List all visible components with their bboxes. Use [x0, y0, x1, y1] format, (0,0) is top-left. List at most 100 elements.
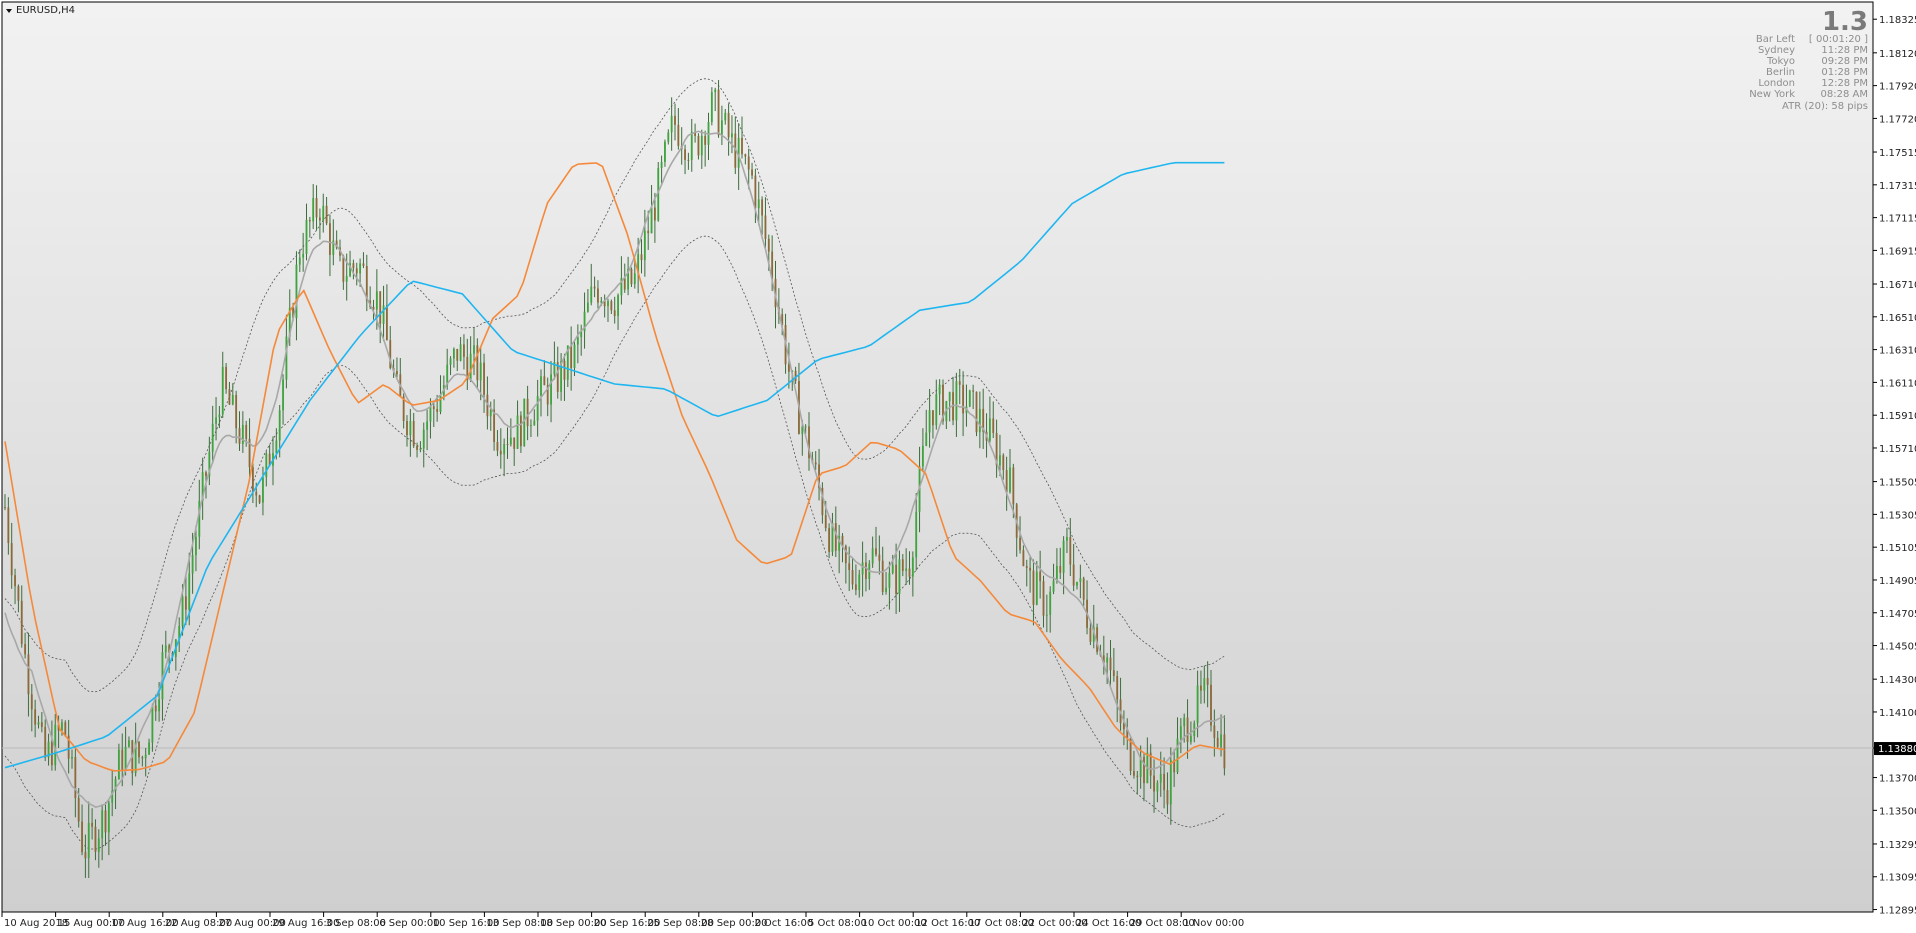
candle-body: [221, 366, 224, 415]
candle-body: [633, 273, 636, 285]
candle-body: [744, 154, 747, 157]
candle-body: [385, 305, 388, 341]
candle-body: [181, 596, 184, 627]
candle-body: [1186, 717, 1189, 742]
candle-body: [362, 263, 365, 266]
candle-body: [1159, 773, 1162, 783]
candle-body: [757, 199, 760, 209]
candle-body: [81, 821, 83, 853]
candle-body: [844, 545, 847, 564]
candle-body: [1039, 571, 1042, 582]
y-tick-label: 1.17115: [1879, 214, 1916, 225]
candle-body: [513, 437, 516, 449]
candle-body: [40, 722, 43, 727]
candle-body: [382, 305, 385, 324]
candle-body: [932, 410, 934, 426]
candle-body: [71, 757, 73, 759]
candle-body: [962, 384, 965, 414]
candle-body: [533, 420, 536, 426]
candle-body: [218, 414, 221, 418]
candle-body: [898, 559, 901, 594]
candle-body: [550, 374, 552, 405]
candle-body: [667, 132, 670, 142]
candle-body: [315, 198, 318, 218]
candle-body: [1176, 738, 1179, 773]
candle-body: [938, 384, 941, 395]
candle-body: [1059, 565, 1062, 573]
candle-body: [20, 600, 23, 644]
candle-body: [875, 548, 877, 555]
candle-body: [1156, 782, 1159, 792]
candle-body: [1062, 540, 1065, 573]
candle-body: [1025, 566, 1028, 568]
candle-body: [419, 448, 422, 450]
candle-body: [1220, 734, 1222, 747]
candle-body: [593, 286, 596, 289]
candle-body: [650, 207, 653, 234]
candle-body: [1206, 678, 1209, 685]
candle-body: [231, 395, 234, 405]
candle-body: [128, 740, 130, 747]
candle-body: [429, 406, 432, 422]
candle-body: [1012, 467, 1015, 505]
candle-body: [600, 300, 603, 303]
y-tick-label: 1.18325: [1879, 15, 1916, 26]
candle-body: [144, 754, 147, 759]
candle-body: [834, 523, 837, 551]
price-chart[interactable]: 1.18325 1.18120 1.17920 1.17720 1.17515 1.173…: [0, 0, 1916, 933]
candle-body: [74, 757, 77, 799]
candle-body: [355, 268, 358, 274]
candle-body: [640, 254, 643, 261]
candle-body: [670, 115, 673, 133]
candle-body: [530, 425, 532, 427]
candle-body: [1136, 775, 1139, 777]
candle-body: [1116, 675, 1119, 700]
candle-body: [700, 135, 703, 156]
candle-body: [690, 131, 693, 160]
candle-body: [590, 286, 593, 303]
candle-body: [684, 149, 686, 160]
x-tick-label: 3 Sep 08:00: [326, 918, 386, 929]
candle-body: [1183, 717, 1186, 727]
info-big-value: 1.3: [1822, 7, 1868, 37]
candle-body: [724, 112, 727, 121]
candle-body: [543, 376, 546, 386]
y-tick-label: 1.12895: [1879, 906, 1916, 917]
candle-body: [7, 507, 10, 544]
candle-body: [540, 376, 542, 397]
candle-body: [975, 391, 978, 433]
candle-body: [727, 112, 730, 138]
candle-body: [1112, 670, 1115, 676]
y-tick-label: 1.15305: [1879, 510, 1916, 521]
candle-body: [94, 826, 97, 852]
candle-body: [908, 568, 911, 577]
candle-body: [10, 543, 13, 576]
candle-body: [61, 722, 63, 731]
candle-body: [664, 141, 666, 162]
candle-body: [436, 409, 439, 412]
candle-body: [1049, 591, 1052, 615]
candle-body: [660, 161, 663, 169]
chart-window[interactable]: 1.18325 1.18120 1.17920 1.17720 1.17515 1.173…: [0, 0, 1916, 933]
candle-body: [151, 705, 154, 743]
candle-body: [1082, 578, 1085, 600]
candle-body: [87, 822, 90, 859]
candle-body: [972, 390, 975, 392]
candle-body: [24, 643, 27, 655]
candle-body: [164, 645, 167, 653]
candle-body: [617, 295, 619, 317]
candle-body: [714, 89, 717, 93]
candle-body: [848, 563, 851, 570]
candle-body: [64, 722, 67, 736]
candle-body: [761, 199, 764, 216]
info-row-value: 01:28 PM: [1821, 67, 1868, 78]
candle-body: [720, 120, 723, 136]
candle-body: [422, 429, 425, 449]
candle-body: [861, 562, 864, 575]
info-row-value: 12:28 PM: [1821, 78, 1868, 89]
candle-body: [905, 568, 908, 571]
candle-body: [1133, 771, 1135, 776]
candle-body: [476, 345, 479, 381]
candle-body: [104, 810, 107, 833]
candle-body: [623, 278, 626, 290]
